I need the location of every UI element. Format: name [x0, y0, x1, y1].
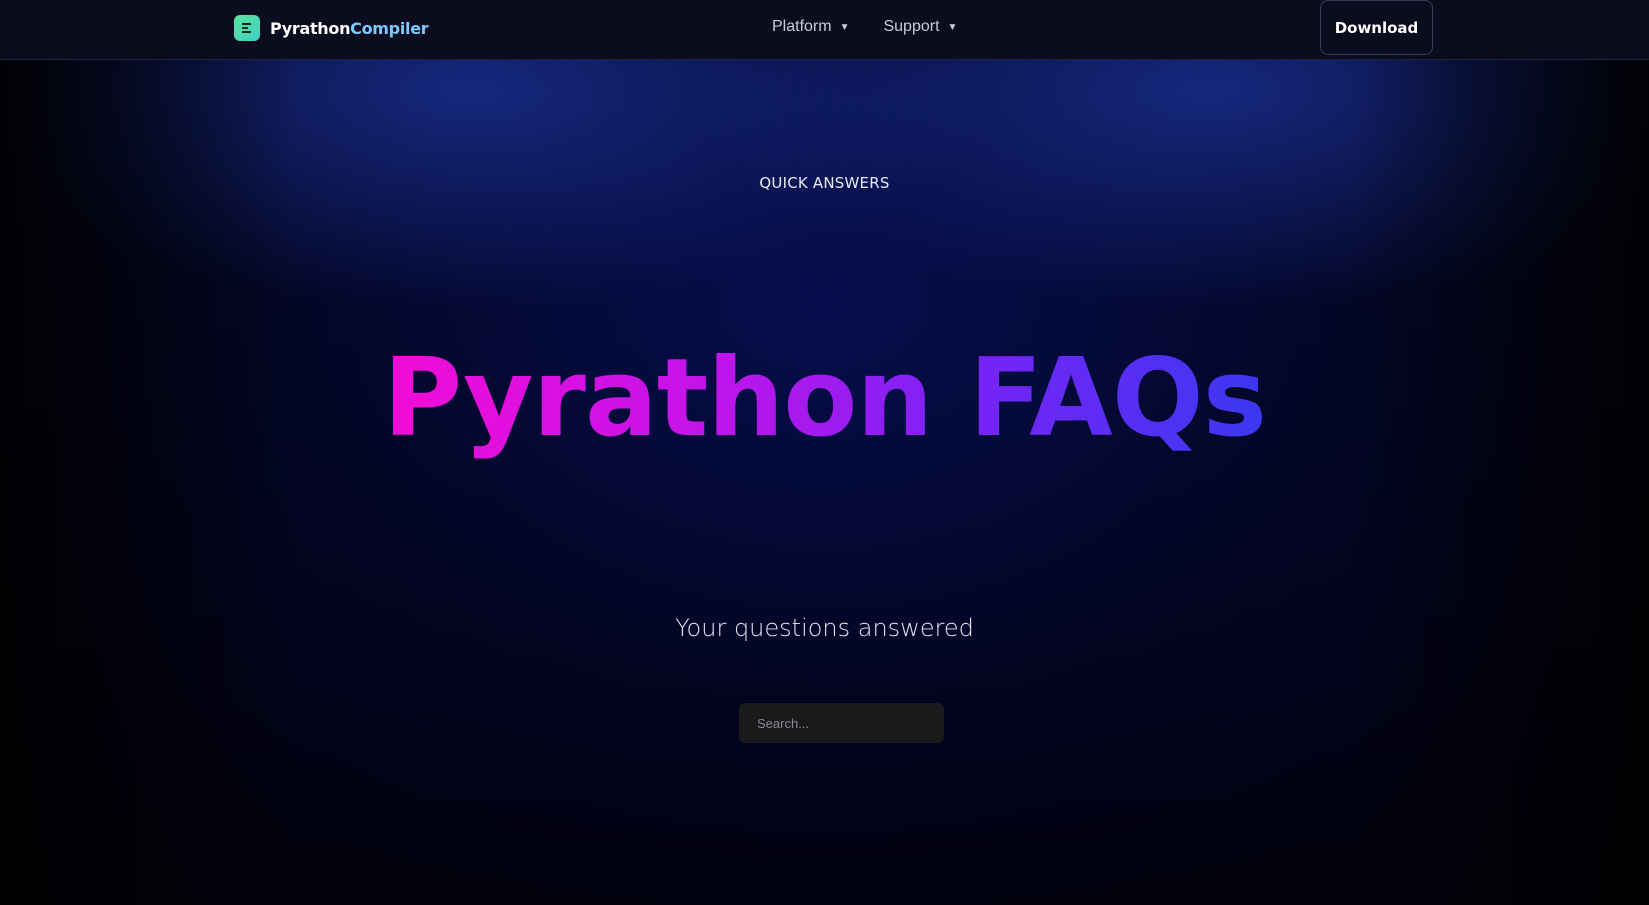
brand-name-part2: Compiler [350, 18, 429, 38]
page: PyrathonCompiler Platform ▼ Support ▼ Do… [0, 0, 1649, 905]
search-input[interactable] [739, 703, 944, 743]
top-navbar: PyrathonCompiler Platform ▼ Support ▼ Do… [0, 0, 1649, 60]
menu-item-support[interactable]: Support ▼ [883, 18, 957, 36]
main-menu: Platform ▼ Support ▼ [772, 18, 957, 36]
menu-item-platform-label: Platform [772, 18, 832, 35]
hero-subtitle: Your questions answered [675, 614, 974, 642]
download-button[interactable]: Download [1320, 0, 1433, 55]
page-title: Pyrathon FAQs [0, 334, 1649, 464]
brand-logo-icon [234, 15, 260, 41]
caret-down-icon: ▼ [839, 21, 850, 33]
brand-name-part1: Pyrathon [270, 18, 351, 38]
hero-eyebrow: QUICK ANSWERS [759, 174, 890, 192]
menu-item-support-label: Support [883, 18, 940, 35]
menu-item-platform[interactable]: Platform ▼ [772, 18, 849, 36]
brand-link[interactable]: PyrathonCompiler [234, 15, 429, 41]
brand-name: PyrathonCompiler [270, 18, 429, 38]
caret-down-icon: ▼ [947, 21, 958, 33]
hero-section: QUICK ANSWERS Pyrathon FAQs Your questio… [0, 0, 1649, 905]
page-title-text: Pyrathon FAQs [383, 336, 1267, 461]
